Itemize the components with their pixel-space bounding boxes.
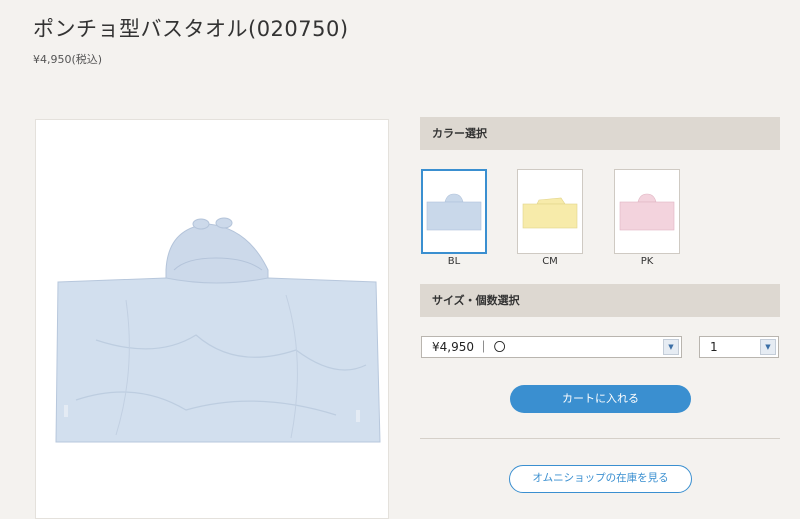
color-swatch-bl[interactable] (421, 169, 487, 254)
quantity-select-value: 1 (710, 340, 718, 354)
color-label-pk: PK (640, 256, 654, 267)
product-title: ポンチョ型バスタオル(020750) (33, 17, 349, 41)
color-section-header: カラー選択 (420, 117, 780, 150)
product-image-panel[interactable] (35, 119, 389, 519)
chevron-down-icon[interactable]: ▼ (663, 339, 679, 355)
color-label-cm: CM (542, 256, 558, 267)
chevron-down-icon[interactable]: ▼ (760, 339, 776, 355)
color-swatch-cm[interactable] (517, 169, 583, 254)
omni-stock-button[interactable]: オムニショップの在庫を見る (509, 465, 692, 493)
color-label-bl: BL (447, 256, 461, 267)
product-image (55, 217, 381, 443)
towel-thumbnail-icon (426, 193, 482, 230)
quantity-select[interactable]: 1 ▼ (699, 336, 779, 358)
towel-thumbnail-icon (522, 197, 578, 228)
size-select-value: ¥4,950 ｜ 〇 (432, 340, 506, 354)
color-swatch-pk[interactable] (614, 169, 680, 254)
add-to-cart-button[interactable]: カートに入れる (510, 385, 691, 413)
product-price: ¥4,950(税込) (33, 53, 103, 66)
size-section-header: サイズ・個数選択 (420, 284, 780, 317)
size-select[interactable]: ¥4,950 ｜ 〇 ▼ (421, 336, 682, 358)
divider (420, 438, 780, 439)
towel-thumbnail-icon (619, 193, 675, 230)
